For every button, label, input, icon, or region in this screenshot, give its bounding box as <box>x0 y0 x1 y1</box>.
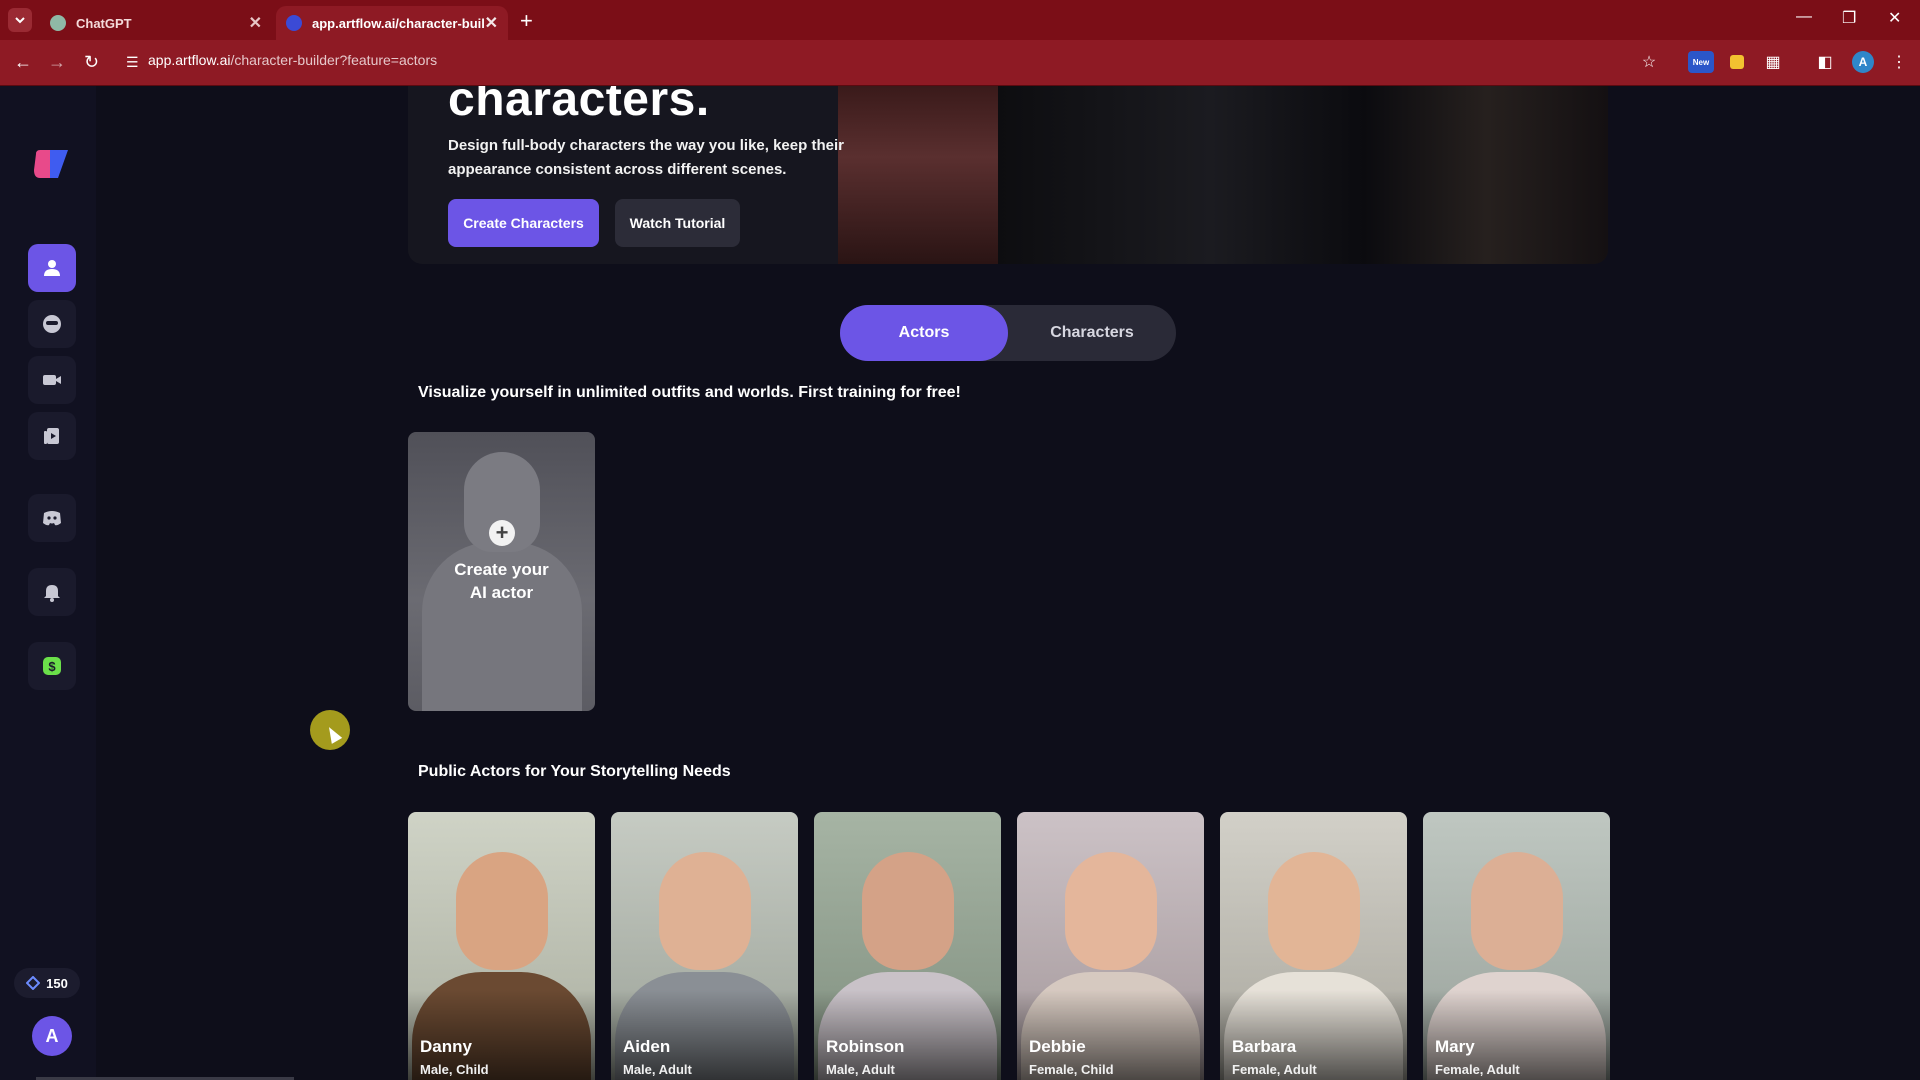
notifications-nav-button[interactable] <box>28 568 76 616</box>
actor-name: Debbie <box>1029 1037 1086 1056</box>
tab-close-icon[interactable]: ✕ <box>249 13 262 33</box>
actor-name: Mary <box>1435 1037 1475 1056</box>
discord-nav-button[interactable] <box>28 494 76 542</box>
artflow-favicon-icon <box>286 15 302 31</box>
public-actors-title: Public Actors for Your Storytelling Need… <box>418 763 731 780</box>
artflow-logo-icon[interactable] <box>32 146 72 182</box>
reload-icon[interactable]: ↻ <box>84 52 99 73</box>
user-avatar[interactable]: A <box>32 1016 72 1056</box>
media-library-icon <box>44 428 59 444</box>
bookmark-star-icon[interactable]: ☆ <box>1638 51 1660 73</box>
site-info-icon[interactable]: ☰ <box>126 54 139 71</box>
actor-meta: Female, Child <box>1029 1062 1114 1077</box>
hero-banner: characters. Design full-body characters … <box>408 86 1608 264</box>
video-nav-button[interactable] <box>28 356 76 404</box>
actors-characters-toggle: Actors Characters <box>840 305 1176 361</box>
actor-name: Barbara <box>1232 1037 1297 1056</box>
pricing-nav-button[interactable]: $ <box>28 642 76 690</box>
tab-actors[interactable]: Actors <box>840 305 1008 361</box>
actor-name: Aiden <box>623 1037 671 1056</box>
actor-card-barbara[interactable]: Barbara Female, Adult <box>1220 812 1407 1080</box>
extensions-puzzle-icon[interactable]: ▦ <box>1762 51 1784 73</box>
credits-count: 150 <box>46 975 68 991</box>
browser-address-bar: ← → ↻ ☰ app.artflow.ai/character-builder… <box>0 40 1920 86</box>
profile-avatar[interactable]: A <box>1852 51 1874 73</box>
actor-photo-face <box>862 852 954 970</box>
actor-meta: Male, Child <box>420 1062 489 1077</box>
bell-icon <box>44 585 60 602</box>
hero-title: characters. <box>448 86 710 126</box>
actor-name: Danny <box>420 1037 472 1056</box>
tab-title: app.artflow.ai/character-builder <box>312 15 485 31</box>
discord-icon <box>43 511 61 526</box>
tab-chatgpt[interactable]: ChatGPT ✕ <box>40 6 272 40</box>
face-swap-icon <box>43 315 61 333</box>
browser-menu-icon[interactable]: ⋮ <box>1888 51 1910 73</box>
user-icon <box>44 260 60 276</box>
actor-photo-face <box>456 852 548 970</box>
app-sidebar: $ 150 A <box>0 86 96 1080</box>
browser-tab-bar: ChatGPT ✕ app.artflow.ai/character-build… <box>0 0 1920 40</box>
actors-nav-button[interactable] <box>28 244 76 292</box>
actor-card-debbie[interactable]: Debbie Female, Child <box>1017 812 1204 1080</box>
actor-photo-face <box>659 852 751 970</box>
minimize-icon[interactable]: — <box>1796 8 1812 26</box>
actor-photo-face <box>1065 852 1157 970</box>
window-close-icon[interactable]: ✕ <box>1888 8 1901 28</box>
actor-meta: Female, Adult <box>1435 1062 1520 1077</box>
svg-text:$: $ <box>48 659 56 674</box>
tab-search-dropdown-icon[interactable] <box>8 8 32 32</box>
actors-subtitle: Visualize yourself in unlimited outfits … <box>418 384 961 401</box>
hero-description: Design full-body characters the way you … <box>448 137 844 178</box>
url-host: app.artflow.ai <box>148 52 231 68</box>
faces-nav-button[interactable] <box>28 300 76 348</box>
actor-name: Robinson <box>826 1037 905 1056</box>
url-path: /character-builder?feature=actors <box>230 52 438 68</box>
tab-close-icon[interactable]: ✕ <box>485 13 498 33</box>
create-characters-button[interactable]: Create Characters <box>448 199 599 247</box>
side-panel-icon[interactable]: ◧ <box>1814 51 1836 73</box>
actor-card-mary[interactable]: Mary Female, Adult <box>1423 812 1610 1080</box>
new-badge: New <box>1692 57 1710 67</box>
hero-image-scene <box>998 86 1608 264</box>
actor-card-robinson[interactable]: Robinson Male, Adult <box>814 812 1001 1080</box>
restore-icon[interactable]: ❐ <box>1842 8 1856 28</box>
actor-meta: Male, Adult <box>826 1062 895 1077</box>
new-tab-button[interactable]: + <box>520 8 533 34</box>
chatgpt-favicon-icon <box>50 15 66 31</box>
dollar-icon: $ <box>43 657 61 675</box>
video-camera-icon <box>43 375 61 385</box>
actor-photo-face <box>1268 852 1360 970</box>
credits-badge[interactable]: 150 <box>14 968 80 998</box>
extension-new-icon[interactable]: New <box>1688 51 1714 73</box>
tab-characters[interactable]: Characters <box>1008 305 1176 361</box>
actor-card-aiden[interactable]: Aiden Male, Adult <box>611 812 798 1080</box>
back-icon[interactable]: ← <box>14 52 32 73</box>
create-ai-actor-label: Create your AI actor <box>454 560 549 602</box>
actor-meta: Female, Adult <box>1232 1062 1317 1077</box>
tab-title: ChatGPT <box>76 15 132 31</box>
library-nav-button[interactable] <box>28 412 76 460</box>
tab-artflow[interactable]: app.artflow.ai/character-builder ✕ <box>276 6 508 40</box>
watch-tutorial-button[interactable]: Watch Tutorial <box>615 199 740 247</box>
forward-icon[interactable]: → <box>48 52 66 73</box>
extension-yellow-icon[interactable] <box>1726 51 1748 73</box>
url-field[interactable]: app.artflow.ai/character-builder?feature… <box>148 52 437 68</box>
diamond-icon <box>26 976 41 990</box>
actor-card-danny[interactable]: Danny Male, Child <box>408 812 595 1080</box>
create-ai-actor-card[interactable]: + Create your AI actor <box>408 432 595 711</box>
actor-meta: Male, Adult <box>623 1062 692 1077</box>
actor-photo-face <box>1471 852 1563 970</box>
plus-icon: + <box>489 520 515 546</box>
